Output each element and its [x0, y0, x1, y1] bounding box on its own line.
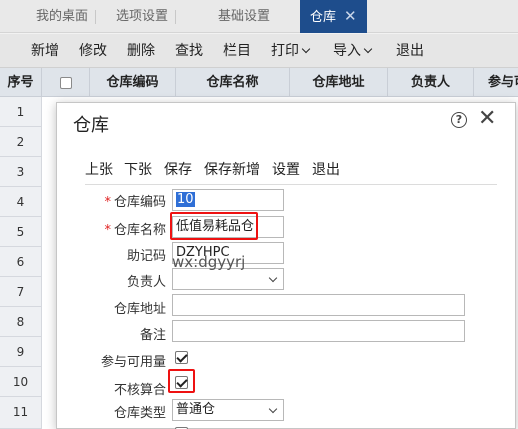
tab-label: 基础设置 — [218, 9, 271, 24]
column-header-name[interactable]: 仓库名称 — [176, 68, 290, 97]
edit-button[interactable]: 修改 — [79, 34, 107, 68]
delete-button[interactable]: 删除 — [127, 34, 155, 68]
row-number: 2 — [0, 127, 42, 157]
required-mark: * — [104, 223, 111, 238]
code-label-text: 仓库编码 — [113, 195, 166, 210]
row-number: 6 — [0, 247, 42, 277]
tab-label: 仓库 — [310, 10, 337, 25]
row-number: 10 — [0, 367, 42, 397]
warehouse-dialog: 仓库 ? ✕ 上张 下张 保存 保存新增 设置 退出 * 仓库编码 10 * 仓库名… — [56, 102, 516, 429]
row-number: 1 — [0, 97, 42, 127]
code-value: 10 — [176, 192, 195, 207]
save-button[interactable]: 保存 — [164, 159, 192, 179]
tab-close-icon[interactable]: ✕ — [344, 7, 357, 25]
remark-label: 备注 — [139, 328, 166, 343]
available-checkbox[interactable] — [175, 351, 188, 364]
select-all-checkbox[interactable] — [59, 76, 72, 89]
print-button[interactable]: 打印 — [271, 34, 311, 68]
available-label: 参与可用量 — [100, 355, 166, 370]
type-value: 普通仓 — [176, 402, 216, 417]
prev-record-button[interactable]: 上张 — [85, 159, 113, 179]
column-header-manager[interactable]: 负责人 — [388, 68, 474, 97]
highlight-box — [168, 369, 195, 393]
required-mark: * — [104, 195, 111, 210]
exit-button[interactable]: 退出 — [396, 34, 424, 68]
row-number: 11 — [0, 397, 42, 429]
import-label: 导入 — [333, 43, 361, 59]
remark-input[interactable] — [172, 320, 465, 342]
find-button[interactable]: 查找 — [175, 34, 203, 68]
tab-bar: 我的桌面 选项设置 基础设置 仓库 ✕ — [0, 0, 518, 33]
dialog-exit-button[interactable]: 退出 — [312, 159, 340, 179]
chevron-down-icon — [268, 273, 278, 283]
column-header-address[interactable]: 仓库地址 — [290, 68, 388, 97]
row-number: 8 — [0, 307, 42, 337]
no-cost-label: 不核算合 — [113, 383, 166, 398]
chevron-down-icon — [301, 44, 311, 54]
help-icon[interactable]: ? — [451, 112, 467, 128]
row-number: 7 — [0, 277, 42, 307]
manager-label: 负责人 — [126, 275, 166, 290]
type-select[interactable]: 普通仓 — [172, 399, 284, 421]
settings-button[interactable]: 设置 — [272, 159, 300, 179]
code-label: * 仓库编码 — [104, 191, 166, 210]
save-and-new-button[interactable]: 保存新增 — [204, 159, 260, 179]
main-toolbar: 新增 修改 删除 查找 栏目 打印 导入 退出 — [0, 34, 518, 68]
column-header-select[interactable] — [42, 68, 90, 97]
code-input[interactable]: 10 — [172, 189, 284, 211]
tab-warehouse[interactable]: 仓库 ✕ — [300, 0, 367, 33]
tab-label: 选项设置 — [116, 9, 169, 24]
dialog-title: 仓库 — [73, 115, 109, 136]
next-record-button[interactable]: 下张 — [124, 159, 152, 179]
close-icon[interactable]: ✕ — [478, 107, 496, 131]
tab-option-settings[interactable]: 选项设置 — [108, 0, 177, 33]
column-header-index[interactable]: 序号 — [0, 68, 42, 97]
columns-button[interactable]: 栏目 — [223, 34, 251, 68]
row-number: 3 — [0, 157, 42, 187]
highlight-box — [170, 212, 258, 240]
row-number: 5 — [0, 217, 42, 247]
manager-select[interactable] — [172, 268, 284, 290]
row-number: 4 — [0, 187, 42, 217]
chevron-down-icon — [363, 44, 373, 54]
tab-my-desktop[interactable]: 我的桌面 — [28, 0, 97, 33]
column-header-code[interactable]: 仓库编码 — [90, 68, 176, 97]
type-label: 仓库类型 — [113, 406, 166, 421]
divider — [85, 184, 497, 185]
add-button[interactable]: 新增 — [31, 34, 59, 68]
watermark: wx:dgyyrj — [172, 253, 246, 271]
column-header-available[interactable]: 参与可 — [474, 68, 518, 97]
chevron-down-icon — [268, 404, 278, 414]
address-input[interactable] — [172, 294, 465, 316]
import-button[interactable]: 导入 — [333, 34, 373, 68]
tab-basic-settings[interactable]: 基础设置 — [210, 0, 278, 33]
grid-header: 序号 仓库编码 仓库名称 仓库地址 负责人 参与可 — [0, 68, 518, 97]
row-number: 9 — [0, 337, 42, 367]
tab-label: 我的桌面 — [36, 9, 89, 24]
mnemonic-label: 助记码 — [126, 249, 166, 264]
name-label: * 仓库名称 — [104, 219, 166, 238]
name-label-text: 仓库名称 — [113, 223, 166, 238]
print-label: 打印 — [271, 43, 299, 59]
address-label: 仓库地址 — [113, 302, 166, 317]
